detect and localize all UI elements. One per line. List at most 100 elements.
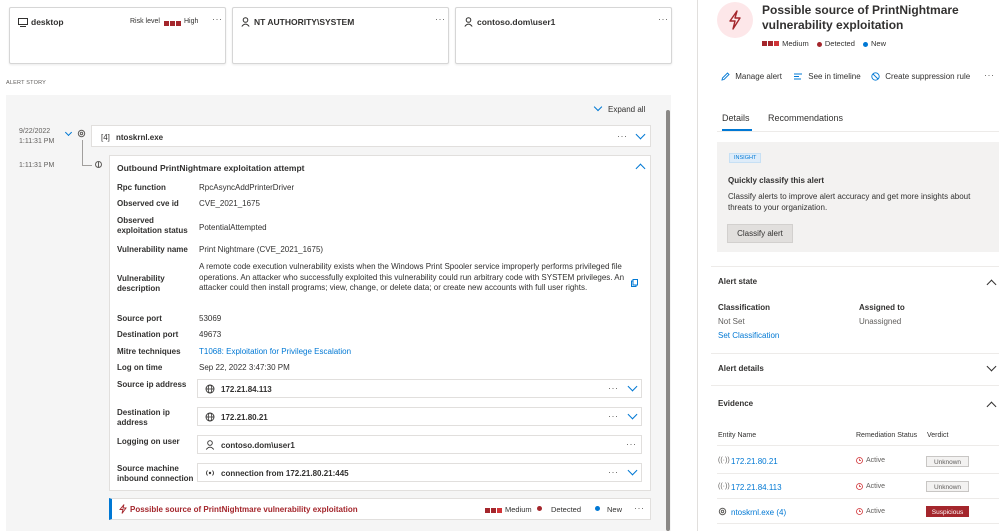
more-options-icon[interactable]: ··· [608,383,619,393]
more-options-icon[interactable]: ··· [608,411,619,421]
right-panel-divider [697,0,698,531]
see-in-timeline-label: See in timeline [808,72,861,81]
network-event-icon [95,161,102,168]
logging-on-user-entity[interactable]: contoso.dom\user1 ··· [197,435,642,454]
tab-details[interactable]: Details [722,113,752,131]
more-options-icon[interactable]: ··· [617,131,628,141]
more-options-icon[interactable]: ··· [626,439,637,449]
field-label: Destination ip address [117,408,170,427]
create-suppression-rule-label: Create suppression rule [885,72,971,81]
chevron-down-icon[interactable] [627,409,638,420]
column-header[interactable]: Verdict [927,432,948,439]
panel-status-line: Medium Detected New [762,39,886,48]
expand-all-label: Expand all [608,105,646,114]
classify-alert-label: Classify alert [737,229,783,238]
table-header-divider [717,445,999,446]
connection-icon: ((·)) [718,483,730,490]
more-options-icon[interactable]: ··· [634,503,645,513]
column-header[interactable]: Entity Name [718,432,756,439]
field-label: Source ip address [117,380,187,389]
field-label: Vulnerability description [117,274,165,293]
connection-icon [206,470,214,476]
process-count: [4] [101,133,110,142]
process-tree-branch [82,165,92,166]
alert-row-state: New [607,505,623,514]
remediation-status: Active [866,457,886,464]
panel-status: Detected [824,39,855,48]
process-row[interactable]: [4] ntoskrnl.exe ··· [91,125,651,147]
manage-alert-button[interactable]: Manage alert [721,72,782,82]
lightning-icon [119,504,127,514]
process-date: 9/22/2022 [19,128,51,135]
process-time: 1:11:31 PM [19,138,55,145]
classification-label: Classification [718,303,771,312]
manage-alert-label: Manage alert [735,72,782,81]
column-header[interactable]: Remediation Status [856,432,917,439]
assigned-to-value: Unassigned [859,317,902,326]
copy-icon[interactable] [631,279,638,287]
more-options-icon[interactable]: ··· [212,14,223,24]
set-classification-link[interactable]: Set Classification [718,331,779,340]
field-label: Source port [117,314,162,323]
destination-ip-entity[interactable]: 172.21.80.21 ··· [197,407,642,426]
alert-details-heading: Alert details [718,364,764,373]
entity-value: contoso.dom\user1 [221,441,295,450]
device-card[interactable]: desktop Risk level High ··· [9,7,226,64]
globe-icon [205,384,215,394]
entity-name-link[interactable]: ntoskrnl.exe (4) [731,508,786,517]
field-label: Destination port [117,330,179,339]
story-scrollbar[interactable] [666,110,670,531]
user-icon [241,17,250,27]
user-card-contoso[interactable]: contoso.dom\user1 ··· [455,7,672,64]
chevron-down-icon[interactable] [627,465,638,476]
panel-severity: Medium [782,39,809,48]
user-icon [205,440,215,450]
mitre-technique-link[interactable]: T1068: Exploitation for Privilege Escala… [199,347,351,357]
entity-value: 172.21.84.113 [221,385,272,394]
process-tree-line [82,140,83,166]
classify-alert-button[interactable]: Classify alert [727,224,793,243]
connection-icon: ((·)) [718,457,730,464]
lightning-icon [729,10,741,30]
entity-value: 172.21.80.21 [221,413,268,422]
device-name: desktop [31,17,64,27]
collapse-alert-state-icon[interactable] [986,279,997,290]
entity-name-link[interactable]: 172.21.80.21 [731,457,778,466]
entity-name-link[interactable]: 172.21.84.113 [731,483,782,492]
source-ip-entity[interactable]: 172.21.84.113 ··· [197,379,642,398]
tab-recommendations[interactable]: Recommendations [768,113,843,123]
alert-row-status: Detected [551,505,582,514]
risk-level-value: High [184,18,199,25]
section-divider [711,385,999,386]
more-options-icon[interactable]: ··· [608,467,619,477]
expand-alert-details-icon[interactable] [986,361,997,372]
field-label: Logging on user [117,437,180,446]
verdict-badge: Suspicious [926,506,969,517]
more-actions-icon[interactable]: ··· [984,70,995,80]
field-value: Print Nightmare (CVE_2021_1675) [199,245,324,254]
clock-icon [856,508,863,515]
field-label: Mitre techniques [117,347,181,356]
alert-row[interactable]: Possible source of PrintNightmare vulner… [109,498,651,520]
alert-avatar [717,2,753,38]
remediation-status: Active [866,508,886,515]
block-icon [871,72,880,82]
alert-row-severity: Medium [505,505,532,514]
create-suppression-rule-button[interactable]: Create suppression rule [871,72,971,82]
see-in-timeline-button[interactable]: See in timeline [793,72,861,81]
inbound-connection-entity[interactable]: connection from 172.21.80.21:445 ··· [197,463,642,482]
alert-state-heading: Alert state [718,277,758,286]
user-card-system[interactable]: NT AUTHORITY\SYSTEM ··· [232,7,449,64]
tab-recommendations-label: Recommendations [768,113,844,123]
event-time: 1:11:31 PM [19,162,55,169]
vulnerability-description: A remote code execution vulnerability ex… [199,262,625,292]
more-options-icon[interactable]: ··· [435,14,446,24]
assigned-to-label: Assigned to [859,303,905,312]
user-icon [464,17,473,27]
clock-icon [856,457,863,464]
chevron-down-icon[interactable] [627,381,638,392]
collapse-evidence-icon[interactable] [986,401,997,412]
alert-story-heading: ALERT STORY [6,80,47,86]
more-options-icon[interactable]: ··· [658,14,669,24]
chevron-down-icon[interactable] [635,129,646,140]
